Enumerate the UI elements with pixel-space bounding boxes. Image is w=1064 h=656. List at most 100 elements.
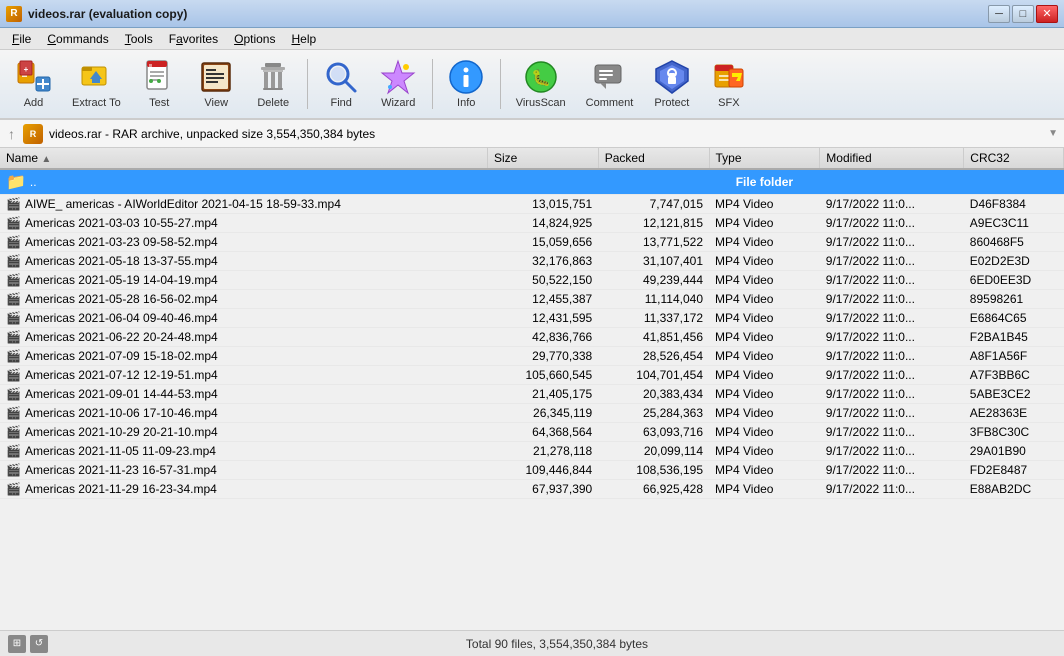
- path-up-arrow[interactable]: ↑: [6, 124, 17, 144]
- path-dropdown-arrow[interactable]: ▼: [1048, 128, 1058, 139]
- add-label: Add: [24, 97, 44, 109]
- cell-packed: 11,337,172: [598, 309, 709, 328]
- table-row[interactable]: 🎬 Americas 2021-06-22 20-24-48.mp4 42,83…: [0, 328, 1064, 347]
- file-list-container[interactable]: Name ▲ Size Packed Type Modified CRC32 📁…: [0, 148, 1064, 630]
- toolbar-sfx-button[interactable]: SFX: [701, 54, 756, 114]
- cell-name: 🎬 Americas 2021-06-04 09-40-46.mp4: [0, 309, 487, 328]
- table-row[interactable]: 🎬 Americas 2021-11-29 16-23-34.mp4 67,93…: [0, 480, 1064, 499]
- cell-size: 15,059,656: [487, 233, 598, 252]
- table-row[interactable]: 🎬 Americas 2021-10-06 17-10-46.mp4 26,34…: [0, 404, 1064, 423]
- view-icon: [198, 59, 234, 95]
- test-label: Test: [149, 97, 169, 109]
- cell-modified: [820, 169, 964, 195]
- cell-name: 🎬 AIWE_ americas - AIWorldEditor 2021-04…: [0, 195, 487, 214]
- table-row[interactable]: 🎬 Americas 2021-03-23 09-58-52.mp4 15,05…: [0, 233, 1064, 252]
- table-row[interactable]: 🎬 Americas 2021-05-28 16-56-02.mp4 12,45…: [0, 290, 1064, 309]
- cell-type: MP4 Video: [709, 461, 820, 480]
- table-row[interactable]: 🎬 Americas 2021-06-04 09-40-46.mp4 12,43…: [0, 309, 1064, 328]
- cell-crc: 5ABE3CE2: [964, 385, 1064, 404]
- menu-options[interactable]: Options: [226, 30, 283, 48]
- col-header-size[interactable]: Size: [487, 148, 598, 169]
- close-button[interactable]: ✕: [1036, 5, 1058, 23]
- col-header-name[interactable]: Name ▲: [0, 148, 487, 169]
- table-row[interactable]: 📁 .. File folder: [0, 169, 1064, 195]
- col-header-crc[interactable]: CRC32: [964, 148, 1064, 169]
- video-icon: 🎬: [6, 254, 21, 268]
- col-header-modified[interactable]: Modified: [820, 148, 964, 169]
- toolbar-view-button[interactable]: View: [189, 54, 244, 114]
- toolbar-delete-button[interactable]: Delete: [246, 54, 301, 114]
- cell-modified: 9/17/2022 11:0...: [820, 214, 964, 233]
- cell-crc: E88AB2DC: [964, 480, 1064, 499]
- toolbar-test-button[interactable]: Test: [132, 54, 187, 114]
- toolbar-separator-3: [500, 59, 501, 109]
- cell-size: 12,431,595: [487, 309, 598, 328]
- test-icon: [141, 59, 177, 95]
- toolbar-find-button[interactable]: Find: [314, 54, 369, 114]
- cell-name: 🎬 Americas 2021-11-23 16-57-31.mp4: [0, 461, 487, 480]
- cell-size: 64,368,564: [487, 423, 598, 442]
- cell-name: 🎬 Americas 2021-05-18 13-37-55.mp4: [0, 252, 487, 271]
- table-row[interactable]: 🎬 Americas 2021-11-05 11-09-23.mp4 21,27…: [0, 442, 1064, 461]
- cell-modified: 9/17/2022 11:0...: [820, 480, 964, 499]
- window-title: videos.rar (evaluation copy): [28, 7, 187, 21]
- cell-packed: 25,284,363: [598, 404, 709, 423]
- toolbar-protect-button[interactable]: Protect: [644, 54, 699, 114]
- toolbar-virusscan-button[interactable]: 🐛 VirusScan: [507, 54, 575, 114]
- cell-crc: 29A01B90: [964, 442, 1064, 461]
- table-row[interactable]: 🎬 Americas 2021-11-23 16-57-31.mp4 109,4…: [0, 461, 1064, 480]
- table-row[interactable]: 🎬 Americas 2021-10-29 20-21-10.mp4 64,36…: [0, 423, 1064, 442]
- table-row[interactable]: 🎬 Americas 2021-07-09 15-18-02.mp4 29,77…: [0, 347, 1064, 366]
- cell-modified: 9/17/2022 11:0...: [820, 328, 964, 347]
- info-label: Info: [457, 97, 475, 109]
- cell-size: 12,455,387: [487, 290, 598, 309]
- cell-name: 📁 ..: [0, 169, 487, 195]
- toolbar-add-button[interactable]: + Add: [6, 54, 61, 114]
- toolbar-info-button[interactable]: Info: [439, 54, 494, 114]
- cell-name: 🎬 Americas 2021-10-06 17-10-46.mp4: [0, 404, 487, 423]
- table-row[interactable]: 🎬 Americas 2021-05-18 13-37-55.mp4 32,17…: [0, 252, 1064, 271]
- menu-favorites[interactable]: Favorites: [161, 30, 226, 48]
- cell-type: MP4 Video: [709, 442, 820, 461]
- video-icon: 🎬: [6, 425, 21, 439]
- toolbar-comment-button[interactable]: Comment: [577, 54, 643, 114]
- cell-packed: 20,383,434: [598, 385, 709, 404]
- cell-packed: 13,771,522: [598, 233, 709, 252]
- table-row[interactable]: 🎬 AIWE_ americas - AIWorldEditor 2021-04…: [0, 195, 1064, 214]
- cell-packed: 11,114,040: [598, 290, 709, 309]
- cell-crc: 89598261: [964, 290, 1064, 309]
- minimize-button[interactable]: ─: [988, 5, 1010, 23]
- cell-type: MP4 Video: [709, 328, 820, 347]
- cell-type: MP4 Video: [709, 385, 820, 404]
- cell-type: MP4 Video: [709, 252, 820, 271]
- maximize-button[interactable]: □: [1012, 5, 1034, 23]
- table-row[interactable]: 🎬 Americas 2021-05-19 14-04-19.mp4 50,52…: [0, 271, 1064, 290]
- menu-help[interactable]: Help: [283, 30, 324, 48]
- cell-type: MP4 Video: [709, 290, 820, 309]
- cell-packed: 41,851,456: [598, 328, 709, 347]
- file-table: Name ▲ Size Packed Type Modified CRC32 📁…: [0, 148, 1064, 499]
- table-row[interactable]: 🎬 Americas 2021-09-01 14-44-53.mp4 21,40…: [0, 385, 1064, 404]
- cell-name: 🎬 Americas 2021-05-19 14-04-19.mp4: [0, 271, 487, 290]
- cell-packed: 108,536,195: [598, 461, 709, 480]
- cell-packed: [598, 169, 709, 195]
- cell-size: 21,278,118: [487, 442, 598, 461]
- table-row[interactable]: 🎬 Americas 2021-07-12 12-19-51.mp4 105,6…: [0, 366, 1064, 385]
- menu-commands[interactable]: Commands: [39, 30, 116, 48]
- cell-type: MP4 Video: [709, 404, 820, 423]
- cell-name: 🎬 Americas 2021-03-23 09-58-52.mp4: [0, 233, 487, 252]
- menu-file[interactable]: File: [4, 30, 39, 48]
- add-icon: +: [16, 59, 52, 95]
- col-header-packed[interactable]: Packed: [598, 148, 709, 169]
- menu-tools[interactable]: Tools: [117, 30, 161, 48]
- cell-size: 14,824,925: [487, 214, 598, 233]
- toolbar-extract-button[interactable]: Extract To: [63, 54, 130, 114]
- comment-icon: [592, 59, 628, 95]
- status-icon-2: ↺: [30, 635, 48, 653]
- folder-icon: 📁: [6, 172, 26, 192]
- protect-icon: [654, 59, 690, 95]
- table-row[interactable]: 🎬 Americas 2021-03-03 10-55-27.mp4 14,82…: [0, 214, 1064, 233]
- col-header-type[interactable]: Type: [709, 148, 820, 169]
- cell-crc: FD2E8487: [964, 461, 1064, 480]
- toolbar-wizard-button[interactable]: Wizard: [371, 54, 426, 114]
